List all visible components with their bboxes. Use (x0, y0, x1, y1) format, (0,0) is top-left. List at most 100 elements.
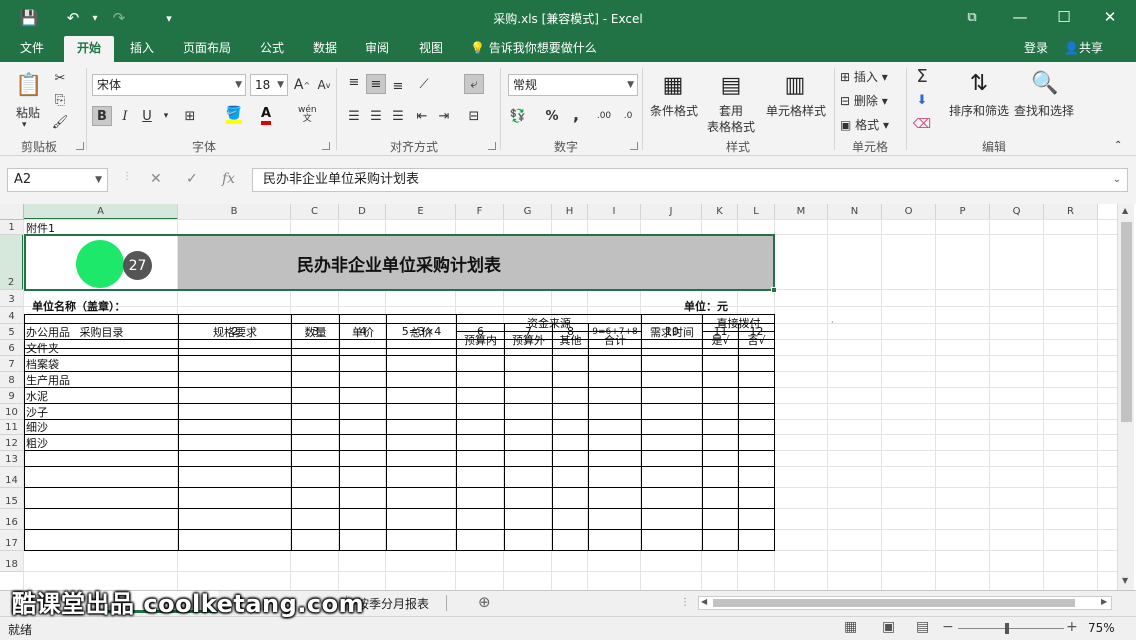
autosum-icon[interactable]: Σ (912, 66, 932, 87)
table-cell[interactable] (291, 355, 340, 372)
column-index-cell[interactable]: 6 (456, 323, 505, 340)
column-header[interactable]: B (178, 204, 291, 220)
table-cell[interactable] (24, 529, 179, 551)
item-name[interactable]: 沙子 (24, 403, 179, 420)
phonetic-guide-icon[interactable]: wén 文 (298, 106, 317, 124)
table-cell[interactable] (552, 450, 589, 467)
login-link[interactable]: 登录 (1024, 36, 1048, 62)
table-cell[interactable] (456, 434, 505, 451)
table-cell[interactable] (178, 403, 292, 420)
table-cell[interactable] (702, 487, 739, 509)
table-cell[interactable] (552, 508, 589, 530)
row-header[interactable]: 4 (0, 307, 24, 324)
fill-icon[interactable]: ⬇ (912, 90, 932, 110)
cut-icon[interactable]: ✂ (50, 68, 70, 88)
table-cell[interactable] (504, 450, 553, 467)
paste-icon[interactable]: 📋 (12, 68, 46, 102)
cell-styles-icon[interactable]: ▥ (778, 68, 812, 102)
cell-styles-button[interactable]: 单元格样式 (762, 102, 830, 119)
table-cell[interactable] (339, 403, 387, 420)
table-cell[interactable] (738, 450, 775, 467)
table-cell[interactable] (738, 434, 775, 451)
table-cell[interactable] (588, 508, 642, 530)
clipboard-dialog-launcher[interactable] (76, 142, 84, 150)
row-header[interactable]: 18 (0, 551, 24, 572)
column-index-cell[interactable]: 4 (339, 323, 387, 340)
number-format-combo[interactable]: 常规 ▼ (508, 74, 638, 96)
unit-currency-label[interactable]: 单位：元 (684, 298, 728, 313)
table-cell[interactable] (702, 466, 739, 488)
table-cell[interactable] (738, 355, 775, 372)
table-cell[interactable] (386, 487, 457, 509)
align-top-icon[interactable]: ≡ (344, 72, 364, 92)
increase-decimal-icon[interactable]: .00 (594, 106, 614, 126)
font-dialog-launcher[interactable] (322, 142, 330, 150)
table-cell[interactable] (588, 339, 642, 356)
sort-filter-button[interactable]: 排序和筛选 (948, 102, 1010, 119)
tab-insert[interactable]: 插入 (118, 36, 166, 62)
table-cell[interactable] (386, 419, 457, 435)
table-cell[interactable] (552, 419, 589, 435)
table-cell[interactable] (386, 387, 457, 404)
row-header[interactable]: 10 (0, 404, 24, 420)
table-cell[interactable] (386, 508, 457, 530)
table-cell[interactable] (178, 487, 292, 509)
scroll-down-icon[interactable]: ▼ (1122, 576, 1128, 585)
table-cell[interactable] (552, 466, 589, 488)
table-cell[interactable] (456, 466, 505, 488)
table-cell[interactable] (178, 466, 292, 488)
table-cell[interactable] (339, 450, 387, 467)
column-index-cell[interactable]: 5=3×4 (386, 323, 457, 340)
clear-icon[interactable]: ⌫ (912, 114, 932, 134)
column-header[interactable]: L (738, 204, 775, 220)
table-cell[interactable] (702, 450, 739, 467)
table-cell[interactable] (504, 387, 553, 404)
row-header[interactable]: 16 (0, 509, 24, 530)
align-right-icon[interactable]: ☰ (388, 106, 408, 126)
select-all-corner[interactable] (0, 204, 24, 220)
column-header[interactable]: P (936, 204, 990, 220)
font-size-combo[interactable]: 18 ▼ (250, 74, 288, 96)
table-cell[interactable] (456, 355, 505, 372)
align-middle-icon[interactable]: ≡ (366, 74, 386, 94)
find-select-button[interactable]: 查找和选择 (1012, 102, 1076, 119)
table-cell[interactable] (641, 529, 703, 551)
tab-data[interactable]: 数据 (302, 36, 348, 62)
table-cell[interactable] (738, 529, 775, 551)
table-cell[interactable] (738, 371, 775, 388)
table-cell[interactable] (641, 355, 703, 372)
format-cells-button[interactable]: ▣ 格式 ▾ (840, 116, 889, 133)
font-name-combo[interactable]: 宋体 ▼ (92, 74, 246, 96)
table-cell[interactable] (339, 466, 387, 488)
table-cell[interactable] (588, 466, 642, 488)
table-cell[interactable] (291, 434, 340, 451)
vertical-scrollbar[interactable]: ▲ ▼ (1117, 204, 1134, 590)
column-header[interactable]: M (775, 204, 828, 220)
tab-file[interactable]: 文件 (8, 36, 56, 62)
table-cell[interactable] (456, 403, 505, 420)
number-dialog-launcher[interactable] (630, 142, 638, 150)
table-cell[interactable] (24, 466, 179, 488)
table-cell[interactable] (339, 419, 387, 435)
tab-review[interactable]: 审阅 (354, 36, 400, 62)
zoom-slider-track[interactable] (958, 628, 1064, 629)
sort-filter-icon[interactable]: ⇅ (962, 66, 996, 100)
table-cell[interactable] (386, 529, 457, 551)
column-header[interactable]: Q (990, 204, 1044, 220)
table-cell[interactable] (702, 419, 739, 435)
insert-cells-button[interactable]: ⊞ 插入 ▾ (840, 68, 888, 85)
table-cell[interactable] (178, 434, 292, 451)
normal-view-icon[interactable]: ▦ (844, 619, 857, 635)
horizontal-scrollbar[interactable]: ◀ ▶ (698, 596, 1112, 610)
share-button[interactable]: 👤共享 (1064, 36, 1103, 62)
table-cell[interactable] (24, 508, 179, 530)
page-layout-view-icon[interactable]: ▣ (882, 619, 895, 635)
table-cell[interactable] (702, 434, 739, 451)
table-cell[interactable] (456, 508, 505, 530)
row-header[interactable]: 6 (0, 340, 24, 356)
name-box[interactable]: A2 ▼ (7, 168, 108, 192)
table-cell[interactable] (24, 487, 179, 509)
vertical-scroll-thumb[interactable] (1121, 222, 1132, 422)
column-header[interactable]: D (339, 204, 386, 220)
row-header[interactable]: 13 (0, 451, 24, 467)
